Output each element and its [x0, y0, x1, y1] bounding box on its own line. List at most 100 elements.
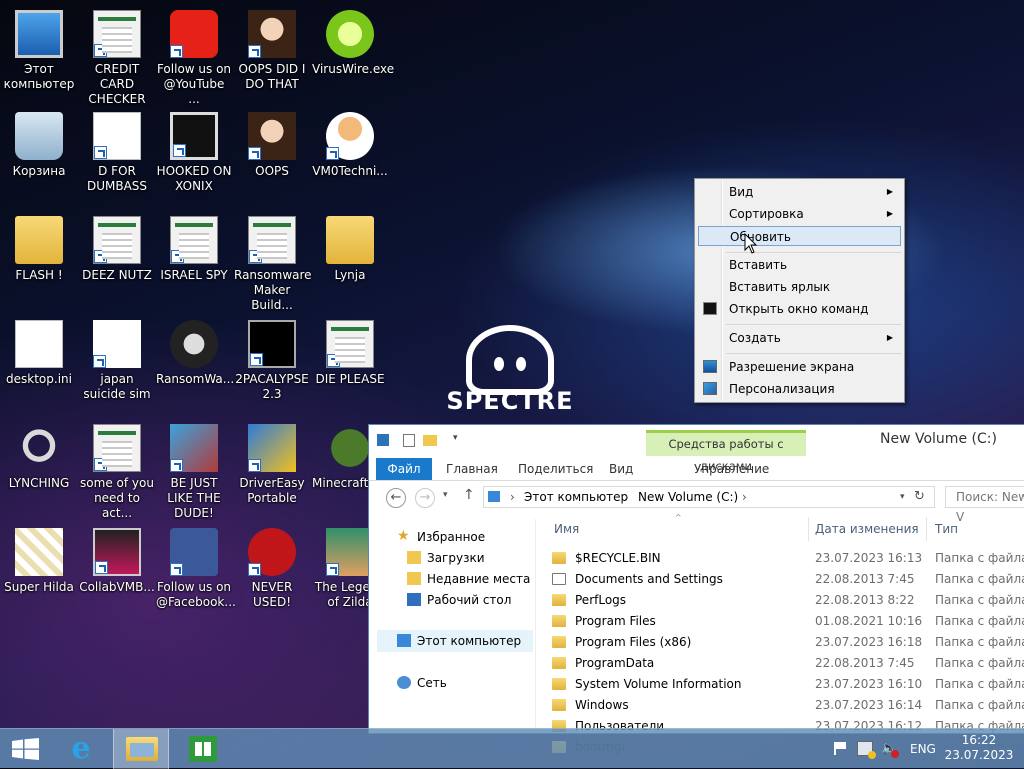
column-name[interactable]: Имя	[554, 522, 579, 536]
file-row[interactable]: $RECYCLE.BIN 23.07.2023 16:13 Папка с файл…	[552, 548, 1024, 569]
menu-item-screen-resolution[interactable]: Разрешение экрана	[698, 357, 901, 377]
nav-this-pc[interactable]: Этот компьютер	[397, 631, 521, 651]
desktop-icon[interactable]: Super Hilda	[1, 528, 77, 595]
shortcut-arrow-icon	[170, 459, 183, 472]
desktop-icon[interactable]: Корзина	[1, 112, 77, 179]
file-row[interactable]: Program Files (x86) 23.07.2023 16:18 Папка…	[552, 632, 1024, 653]
nav-recent-places[interactable]: Недавние места	[407, 569, 530, 589]
desktop-icon-label: Follow us on @YouTube ...	[156, 62, 232, 106]
disk-tools-tab-group[interactable]: Средства работы с дисками	[646, 430, 806, 473]
submenu-arrow-icon: ▶	[886, 333, 893, 342]
desktop-icon[interactable]: Этот компьютер	[1, 10, 77, 92]
desktop-icon[interactable]: CollabVMB...	[79, 528, 155, 595]
desktop-icon[interactable]: HOOKED ON XONIX	[156, 112, 232, 194]
desktop-icon[interactable]: Follow us on @YouTube ...	[156, 10, 232, 107]
volume-muted-icon[interactable]: 🔈	[881, 742, 899, 758]
menu-item-refresh[interactable]: Обновить	[698, 226, 901, 246]
desktop-icon[interactable]: some of you need to act...	[79, 424, 155, 521]
tab-manage[interactable]: Управление	[694, 458, 769, 480]
minecraft-icon	[326, 424, 374, 472]
file-row[interactable]: Windows 23.07.2023 16:14 Папка с файлами	[552, 695, 1024, 716]
nav-label: Избранное	[417, 530, 486, 544]
desktop-icon[interactable]: RansomWa...	[156, 320, 234, 387]
menu-item-open-command-window[interactable]: Открыть окно команд	[698, 299, 901, 319]
settings-file-icon	[15, 320, 63, 368]
start-button[interactable]	[0, 729, 56, 769]
explorer-titlebar[interactable]: ▾ Средства работы с дисками New Volume (…	[369, 425, 1024, 473]
address-dropdown-icon[interactable]: ▾	[900, 487, 905, 507]
flag-icon[interactable]	[834, 742, 846, 755]
properties-icon[interactable]	[403, 434, 415, 447]
tab-file[interactable]: Файл	[376, 458, 432, 480]
file-row[interactable]: Program Files 01.08.2021 10:16 Папка с фай…	[552, 611, 1024, 632]
column-date-modified[interactable]: Дата изменения	[815, 522, 919, 536]
tab-home[interactable]: Главная	[446, 458, 498, 480]
explorer-window[interactable]: ▾ Средства работы с дисками New Volume (…	[368, 424, 1024, 754]
desktop-icon-label: Ransomware Maker Build...	[234, 268, 312, 312]
nav-network[interactable]: Сеть	[397, 673, 447, 693]
tab-share[interactable]: Поделиться	[518, 458, 593, 480]
shortcut-arrow-icon	[327, 354, 340, 367]
desktop-icon[interactable]: BE JUST LIKE THE DUDE!	[156, 424, 232, 521]
menu-item-personalize[interactable]: Персонализация	[698, 379, 901, 399]
clock[interactable]: 16:22 23.07.2023	[944, 733, 1014, 763]
new-folder-icon[interactable]	[423, 435, 437, 446]
desktop-icon[interactable]: ISRAEL SPY	[156, 216, 232, 283]
menu-item-new[interactable]: Создать ▶	[698, 328, 901, 348]
chevron-down-icon[interactable]: ▾	[453, 433, 458, 443]
address-input[interactable]: › Этот компьютер › New Volume (C:) › ▾	[483, 486, 935, 508]
tab-view[interactable]: Вид	[609, 458, 633, 480]
column-divider	[926, 517, 927, 541]
breadcrumb-this-pc[interactable]: Этот компьютер	[524, 487, 628, 507]
menu-item-paste[interactable]: Вставить	[698, 255, 901, 275]
desktop-icon[interactable]: Follow us on @Facebook...	[156, 528, 236, 610]
desktop-icon[interactable]: Ransomware Maker Build...	[234, 216, 312, 313]
desktop-icon[interactable]: japan suicide sim	[79, 320, 155, 402]
menu-item-view[interactable]: Вид ▶	[698, 182, 901, 202]
up-button[interactable]: ↑	[463, 487, 475, 503]
menu-item-sort[interactable]: Сортировка ▶	[698, 204, 901, 224]
desktop-icon[interactable]: OOPS	[234, 112, 310, 179]
language-indicator[interactable]: ENG	[910, 729, 936, 769]
nav-downloads[interactable]: Загрузки	[407, 548, 485, 568]
desktop-icon[interactable]: LYNCHING	[1, 424, 77, 491]
file-date: 22.08.2013 7:45	[815, 572, 915, 586]
desktop-icon[interactable]: 2PACALYPSE 2.3	[234, 320, 310, 402]
nav-favorites[interactable]: ★ Избранное	[397, 527, 486, 547]
desktop-icon[interactable]: DIE PLEASE	[312, 320, 388, 387]
store-button[interactable]	[174, 729, 230, 769]
network-warning-icon[interactable]	[857, 741, 876, 759]
search-input[interactable]: Поиск: New V	[945, 486, 1024, 524]
desktop-icon-label: 2PACALYPSE 2.3	[235, 372, 309, 401]
desktop-icon[interactable]: CREDIT CARD CHECKER	[79, 10, 155, 107]
file-date: 01.08.2021 10:16	[815, 614, 923, 628]
internet-explorer-button[interactable]: e	[56, 729, 112, 769]
column-type[interactable]: Тип	[935, 522, 958, 536]
desktop-icon[interactable]: DEEZ NUTZ	[79, 216, 155, 283]
mouse-cursor-icon	[744, 233, 758, 254]
desktop-icon-label: LYNCHING	[8, 476, 70, 490]
desktop-icon[interactable]: FLASH !	[1, 216, 77, 283]
file-row[interactable]: Documents and Settings 22.08.2013 7:45 Пап…	[552, 569, 1024, 590]
file-row[interactable]: PerfLogs 22.08.2013 8:22 Папка с файлами	[552, 590, 1024, 611]
file-row[interactable]: System Volume Information 23.07.2023 16:1…	[552, 674, 1024, 695]
menu-item-paste-shortcut[interactable]: Вставить ярлык	[698, 277, 901, 297]
desktop-icon[interactable]: desktop.ini	[1, 320, 77, 387]
back-button[interactable]: ←	[386, 488, 406, 508]
file-explorer-button[interactable]	[113, 729, 169, 769]
desktop-icon[interactable]: DriverEasy Portable	[234, 424, 310, 506]
shortcut-arrow-icon	[173, 144, 186, 157]
file-row[interactable]: ProgramData 22.08.2013 7:45 Папка с файлам…	[552, 653, 1024, 674]
forward-button[interactable]: →	[415, 488, 435, 508]
breadcrumb-volume[interactable]: New Volume (C:)	[638, 487, 738, 507]
sort-chevron-icon: ^	[675, 513, 682, 522]
nav-desktop[interactable]: Рабочий стол	[407, 590, 511, 610]
recent-locations-icon[interactable]: ▾	[443, 490, 448, 500]
refresh-button[interactable]: ↻	[914, 489, 925, 504]
desktop-icon[interactable]: Lynja	[312, 216, 388, 283]
desktop-icon[interactable]: NEVER USED!	[234, 528, 310, 610]
desktop-icon[interactable]: D FOR DUMBASS	[79, 112, 155, 194]
desktop-icon[interactable]: VirusWire.exe	[312, 10, 394, 77]
desktop-icon[interactable]: OOPS DID I DO THAT	[234, 10, 310, 92]
desktop-icon[interactable]: VM0Techni...	[312, 112, 388, 179]
